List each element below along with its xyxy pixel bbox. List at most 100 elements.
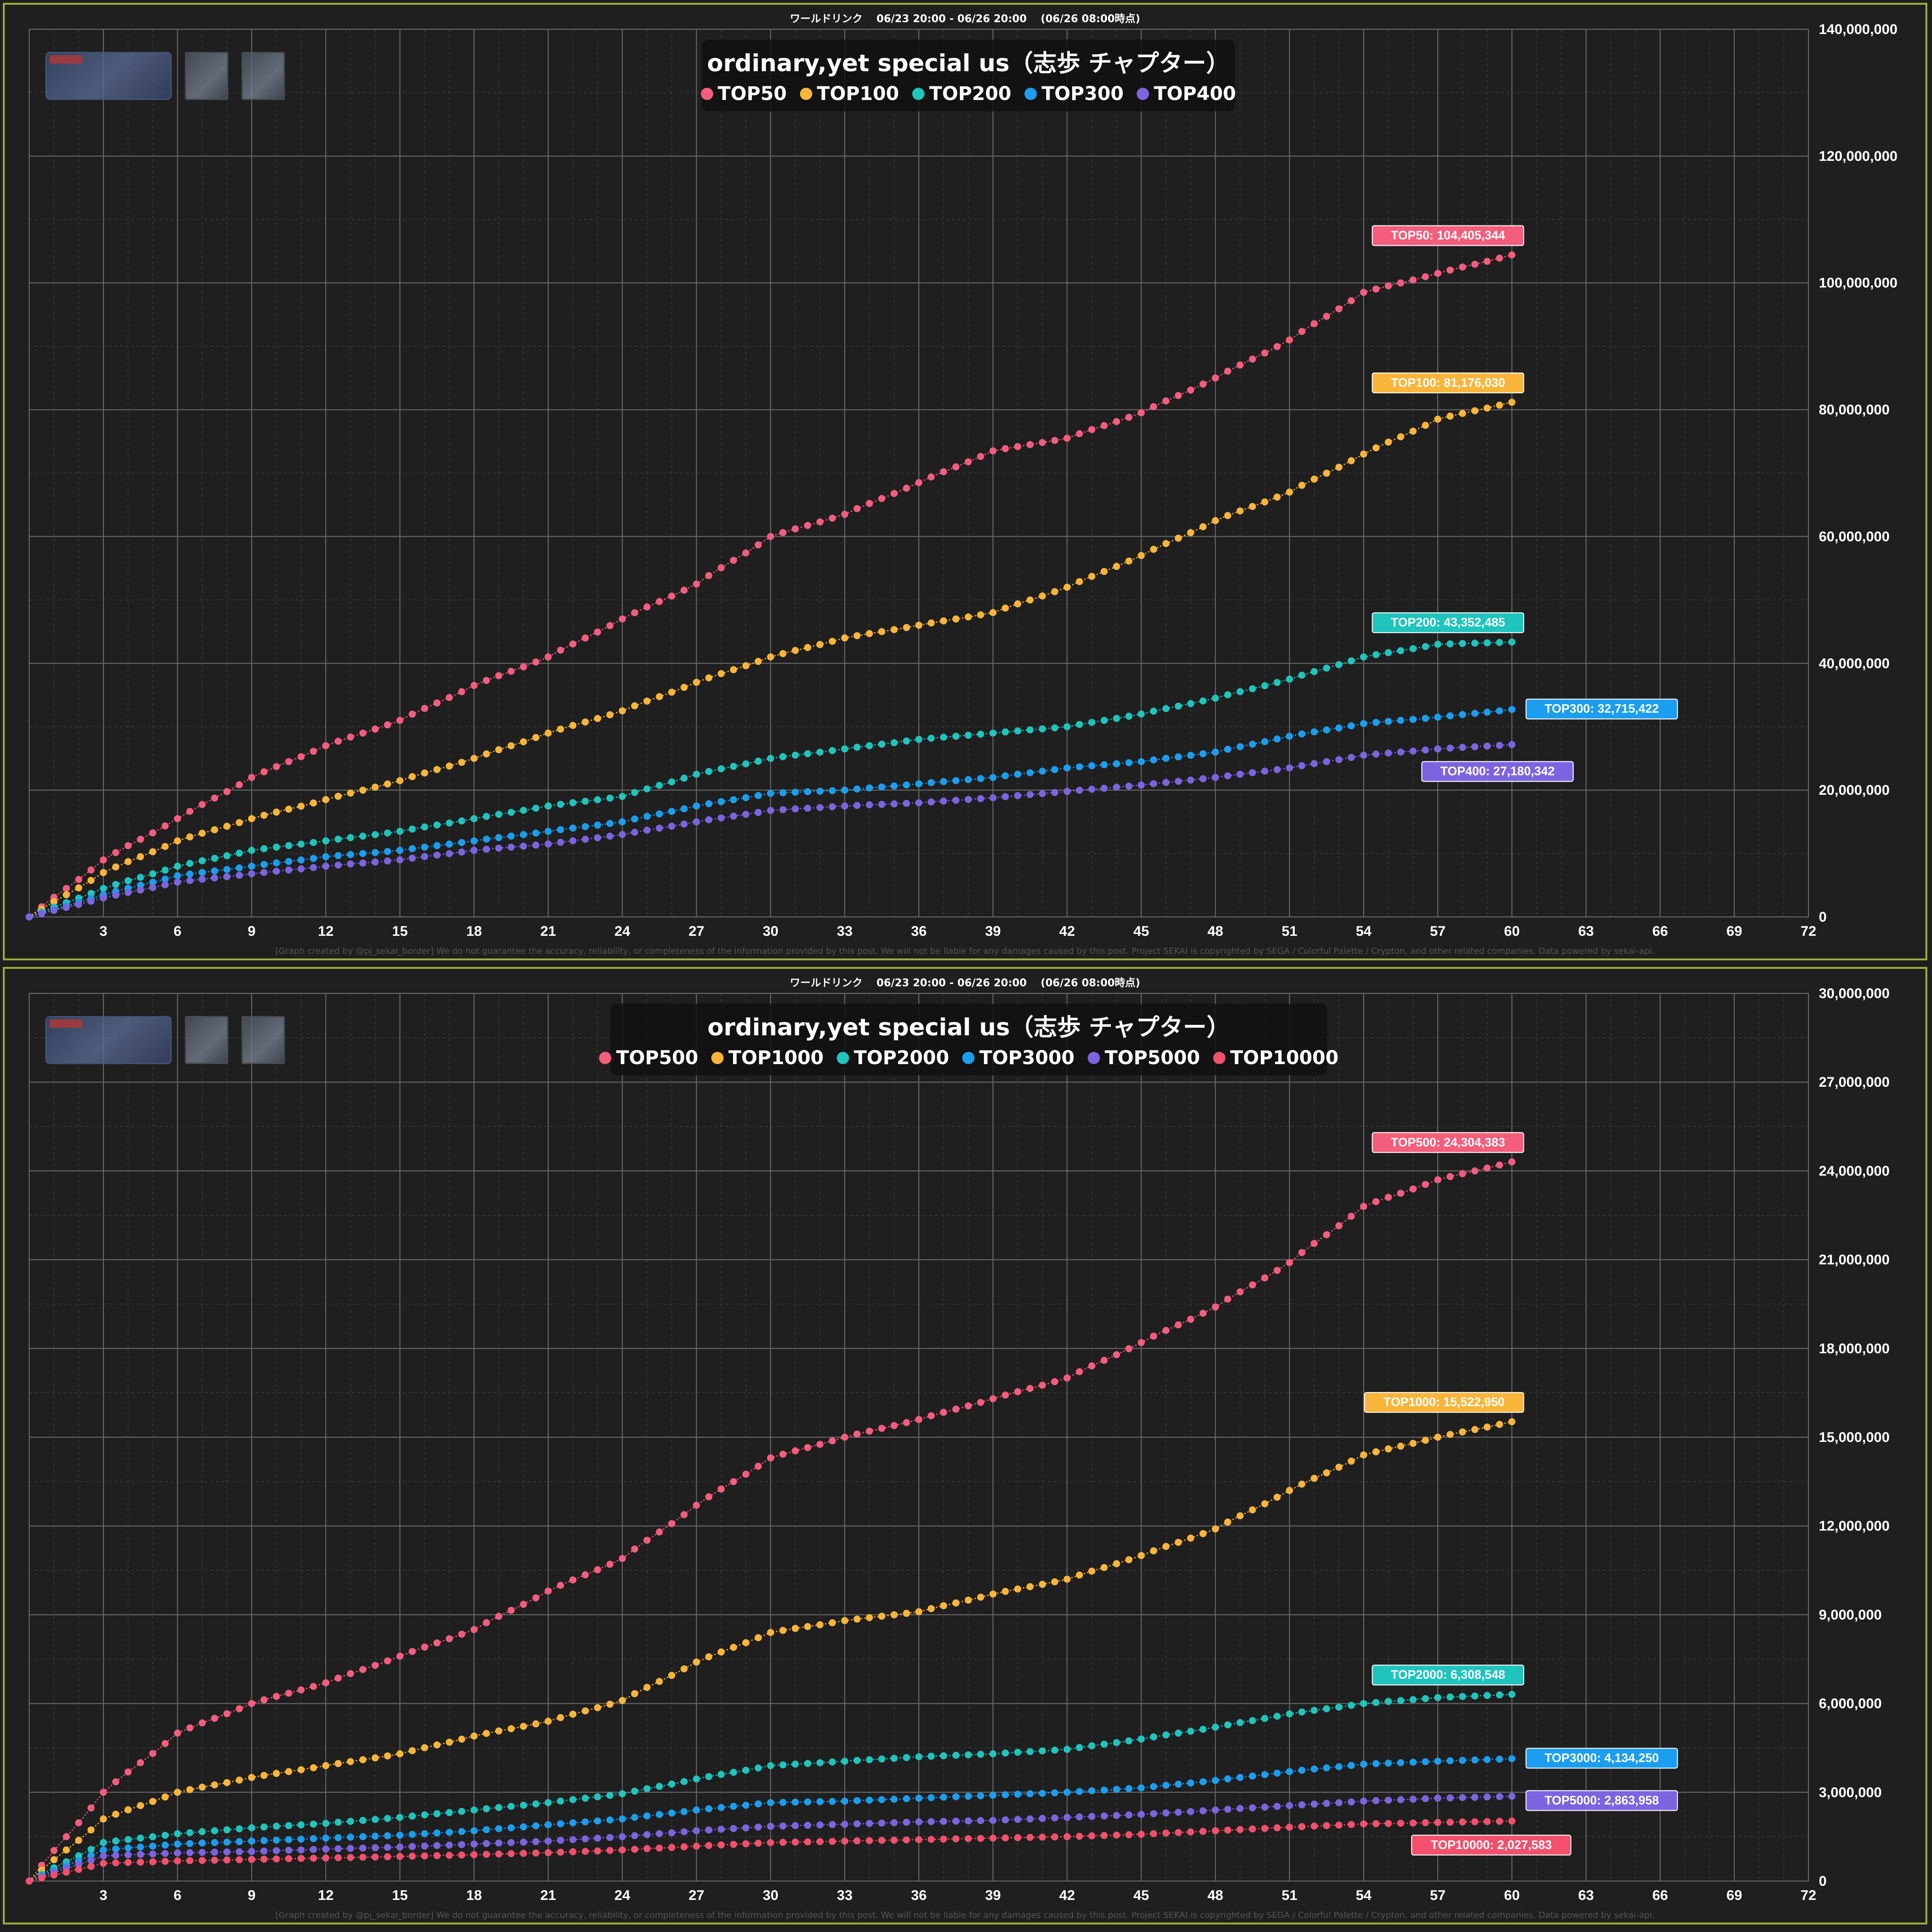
data-point [1508, 706, 1516, 713]
data-point [965, 1751, 972, 1758]
data-point [470, 1626, 478, 1633]
data-point [297, 1766, 305, 1774]
data-point [594, 796, 601, 803]
data-point [717, 1648, 725, 1656]
data-point [1113, 1739, 1120, 1746]
data-point [125, 842, 132, 849]
data-point [1483, 708, 1491, 716]
data-point [1323, 1822, 1330, 1829]
data-point [853, 743, 861, 751]
data-point [606, 622, 614, 629]
data-point [1174, 1781, 1182, 1788]
data-point [199, 1849, 206, 1856]
x-tick-label: 30 [763, 924, 778, 939]
data-point [1051, 1378, 1058, 1385]
data-point [767, 807, 774, 814]
x-tick-label: 9 [248, 924, 256, 939]
data-point [396, 1814, 404, 1821]
data-point [297, 802, 305, 810]
legend-item-top50[interactable]: TOP50 [700, 83, 787, 105]
data-point [1001, 772, 1009, 780]
legend-marker [711, 1052, 724, 1064]
data-point [1409, 1185, 1417, 1193]
data-point [631, 1545, 638, 1553]
data-point [1348, 1457, 1355, 1465]
legend-item-top500[interactable]: TOP500 [599, 1047, 698, 1069]
data-point [730, 812, 737, 820]
legend-item-top3000[interactable]: TOP3000 [962, 1047, 1074, 1069]
data-point [112, 849, 119, 856]
data-point [1261, 1771, 1268, 1778]
data-point [125, 1859, 132, 1866]
data-point [853, 785, 861, 793]
data-point [569, 1819, 577, 1826]
data-point [557, 826, 564, 833]
data-point [1471, 1167, 1479, 1174]
data-point [408, 773, 416, 781]
data-point [1286, 1768, 1293, 1775]
data-point [1348, 297, 1355, 304]
data-point [137, 1858, 144, 1866]
data-point [557, 1837, 564, 1844]
legend-item-top5000[interactable]: TOP5000 [1088, 1047, 1200, 1069]
data-point [1384, 1193, 1392, 1201]
data-point [940, 733, 947, 741]
data-point [149, 848, 157, 856]
data-point [1063, 1814, 1071, 1821]
data-point [717, 765, 725, 773]
data-point [1459, 1170, 1466, 1177]
data-point [618, 707, 626, 715]
data-point [520, 842, 527, 850]
data-point [866, 1837, 873, 1844]
legend-item-top2000[interactable]: TOP2000 [837, 1047, 949, 1069]
data-point [1187, 1534, 1194, 1542]
data-point [791, 647, 799, 654]
data-point [421, 853, 428, 860]
data-point [1150, 1332, 1158, 1340]
data-point [952, 797, 960, 804]
legend-item-top10000[interactable]: TOP10000 [1213, 1047, 1339, 1069]
data-point [149, 1833, 157, 1840]
data-point [211, 1781, 218, 1789]
event-banner-badge [50, 55, 83, 64]
data-point [1471, 407, 1479, 415]
data-point [1014, 1790, 1022, 1798]
data-point [1348, 1821, 1355, 1828]
data-point [1310, 728, 1318, 736]
data-point [1409, 716, 1417, 723]
legend-item-top200[interactable]: TOP200 [912, 83, 1011, 105]
data-point [767, 1762, 774, 1769]
legend-item-top400[interactable]: TOP400 [1137, 83, 1236, 105]
data-point [1384, 1759, 1392, 1767]
data-point [643, 813, 651, 820]
legend-item-top100[interactable]: TOP100 [799, 83, 899, 105]
legend-item-top1000[interactable]: TOP1000 [711, 1047, 824, 1069]
data-point [915, 1608, 923, 1616]
data-point [199, 1828, 206, 1835]
data-point [1483, 1818, 1491, 1825]
data-point [1348, 1701, 1355, 1709]
data-point [199, 830, 206, 837]
data-point [1125, 1811, 1133, 1819]
data-point [1187, 1316, 1194, 1323]
data-point [1335, 1763, 1343, 1771]
data-point [927, 619, 935, 627]
data-point [631, 829, 638, 836]
data-point [63, 885, 70, 892]
data-point [1422, 273, 1429, 281]
x-tick-label: 21 [540, 924, 556, 939]
data-point [829, 515, 836, 522]
legend-label: TOP500 [616, 1047, 699, 1069]
legend-item-top300[interactable]: TOP300 [1024, 83, 1124, 105]
data-point [149, 1750, 157, 1757]
x-tick-label: 6 [174, 924, 182, 939]
data-point [618, 1815, 626, 1823]
data-point [100, 1852, 107, 1860]
data-point [1483, 742, 1491, 750]
data-point [508, 1824, 515, 1832]
data-point [1384, 438, 1392, 446]
data-point [1372, 1448, 1380, 1456]
x-tick-label: 69 [1726, 924, 1742, 939]
data-point [767, 1629, 774, 1636]
y-tick-label: 100,000,000 [1819, 275, 1898, 291]
